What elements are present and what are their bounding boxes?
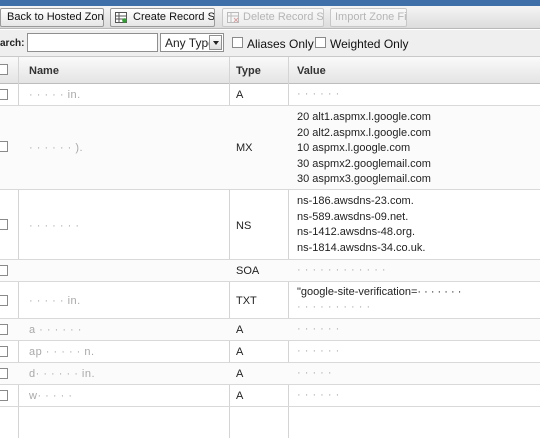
record-value-line: · · · · · · · · · · · · bbox=[297, 264, 387, 276]
record-value-line: · · · · · bbox=[297, 367, 333, 379]
toolbar: Back to Hosted Zones Create Record Set D… bbox=[0, 6, 540, 29]
table-row[interactable]: · · · · · · · NS ns-186.awsdns-23.com. n… bbox=[0, 190, 540, 260]
header-name[interactable]: Name bbox=[29, 65, 59, 77]
record-type: A bbox=[236, 390, 244, 402]
table-row[interactable]: SOA · · · · · · · · · · · · bbox=[0, 260, 540, 282]
row-checkbox[interactable] bbox=[0, 346, 8, 357]
record-name: d· · · · · · in. bbox=[29, 368, 96, 380]
record-value-line: 30 aspmx2.googlemail.com bbox=[297, 157, 431, 170]
weighted-only-label: Weighted Only bbox=[330, 37, 409, 51]
record-type: A bbox=[236, 89, 244, 101]
record-type: MX bbox=[236, 142, 253, 154]
dropdown-arrow-icon[interactable] bbox=[209, 35, 222, 50]
record-name: w· · · · · bbox=[29, 390, 73, 402]
header-value[interactable]: Value bbox=[297, 65, 326, 77]
delete-button-label: Delete Record Set bbox=[243, 11, 324, 23]
row-checkbox[interactable] bbox=[0, 265, 8, 276]
delete-record-set-button[interactable]: Delete Record Set bbox=[222, 8, 324, 27]
record-value-line: ns-1814.awsdns-34.co.uk. bbox=[297, 241, 426, 254]
row-checkbox[interactable] bbox=[0, 295, 8, 306]
record-type-value: Any Type bbox=[165, 36, 215, 50]
record-name: ap · · · · · n. bbox=[29, 346, 95, 358]
record-name: · · · · · in. bbox=[29, 89, 81, 101]
record-name: · · · · · · · bbox=[29, 220, 80, 232]
record-value-line: · · · · · · · · · · bbox=[297, 301, 371, 313]
select-all-checkbox[interactable] bbox=[0, 64, 8, 75]
record-name: a · · · · · · bbox=[29, 324, 82, 336]
row-checkbox[interactable] bbox=[0, 324, 8, 335]
create-button-label: Create Record Set bbox=[133, 11, 215, 23]
back-button-label: Back to Hosted Zones bbox=[7, 11, 104, 23]
table-row[interactable]: · · · · · in. A · · · · · · bbox=[0, 84, 540, 106]
row-checkbox[interactable] bbox=[0, 141, 8, 152]
record-value-line: "google-site-verification=· · · · · · · bbox=[297, 286, 462, 298]
header-type[interactable]: Type bbox=[236, 65, 261, 77]
table-row[interactable]: w· · · · · A · · · · · · bbox=[0, 385, 540, 407]
record-type: A bbox=[236, 346, 244, 358]
row-checkbox[interactable] bbox=[0, 390, 8, 401]
record-value-line: ns-186.awsdns-23.com. bbox=[297, 195, 414, 207]
record-value-line: · · · · · · bbox=[297, 323, 340, 335]
back-to-hosted-zones-button[interactable]: Back to Hosted Zones bbox=[0, 8, 104, 27]
record-value-line: ns-589.awsdns-09.net. bbox=[297, 210, 409, 223]
record-value-line: · · · · · · bbox=[297, 88, 340, 100]
record-type: NS bbox=[236, 220, 252, 232]
table-row[interactable]: d· · · · · · in. A · · · · · bbox=[0, 363, 540, 385]
record-type: SOA bbox=[236, 265, 260, 277]
record-value-line: 30 aspmx3.googlemail.com bbox=[297, 173, 431, 185]
table-row[interactable]: · · · · · in. TXT "google-site-verificat… bbox=[0, 282, 540, 319]
record-value-line: ns-1412.awsdns-48.org. bbox=[297, 226, 416, 238]
record-value-line: 20 alt2.aspmx.l.google.com bbox=[297, 126, 431, 139]
create-record-icon bbox=[115, 12, 127, 23]
record-value-line: 10 aspmx.l.google.com bbox=[297, 142, 411, 154]
table-row[interactable]: · · · · · · ). MX 20 alt1.aspmx.l.google… bbox=[0, 106, 540, 190]
aliases-only-label: Aliases Only bbox=[247, 37, 314, 51]
record-value-line: 20 alt1.aspmx.l.google.com bbox=[297, 111, 431, 123]
record-name: · · · · · · ). bbox=[29, 142, 84, 154]
table-row[interactable]: a · · · · · · A · · · · · · bbox=[0, 319, 540, 341]
record-type: A bbox=[236, 368, 244, 380]
row-checkbox[interactable] bbox=[0, 89, 8, 100]
record-type: A bbox=[236, 324, 244, 336]
grid-header: Name Type Value bbox=[0, 57, 540, 84]
delete-record-icon bbox=[227, 12, 239, 23]
record-type: TXT bbox=[236, 295, 257, 307]
record-name: · · · · · in. bbox=[29, 295, 81, 307]
search-label: arch: bbox=[0, 38, 25, 49]
record-value-line: · · · · · · bbox=[297, 345, 340, 357]
row-checkbox[interactable] bbox=[0, 368, 8, 379]
record-value-line: · · · · · · bbox=[297, 389, 340, 401]
search-input[interactable] bbox=[27, 33, 158, 52]
create-record-set-button[interactable]: Create Record Set bbox=[110, 8, 215, 27]
table-row[interactable]: ap · · · · · n. A · · · · · · bbox=[0, 341, 540, 363]
aliases-only-checkbox[interactable] bbox=[232, 37, 243, 48]
import-zone-file-button[interactable]: Import Zone File bbox=[330, 8, 407, 27]
import-button-label: Import Zone File bbox=[335, 11, 407, 23]
record-type-select[interactable]: Any Type bbox=[160, 33, 224, 52]
weighted-only-checkbox[interactable] bbox=[315, 37, 326, 48]
row-checkbox[interactable] bbox=[0, 219, 8, 230]
filter-bar: arch: Any Type Aliases Only Weighted Onl… bbox=[0, 30, 540, 57]
